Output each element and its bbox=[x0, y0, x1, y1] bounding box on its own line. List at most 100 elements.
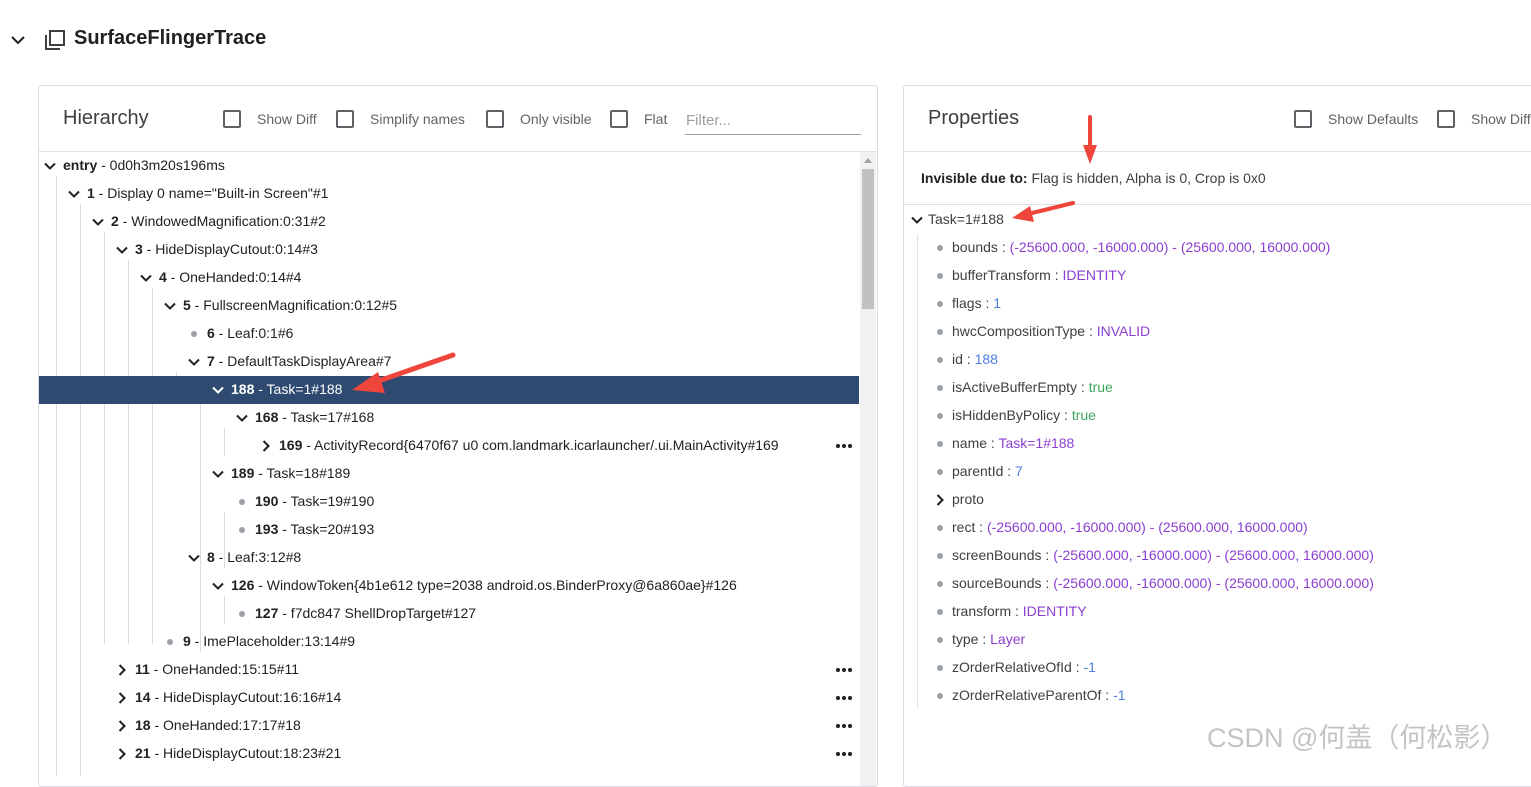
show-diff-checkbox[interactable] bbox=[223, 110, 241, 128]
property-label: parentId : 7 bbox=[952, 463, 1023, 479]
flat-option[interactable]: Flat bbox=[610, 108, 667, 130]
tree-node-id: 2 bbox=[111, 213, 119, 229]
chevron-right-icon[interactable] bbox=[115, 691, 129, 705]
property-key: id bbox=[952, 351, 963, 367]
more-options-icon[interactable] bbox=[835, 721, 853, 731]
chevron-right-icon[interactable] bbox=[933, 493, 947, 507]
property-row: name : Task=1#188 bbox=[904, 430, 1531, 458]
leaf-dot-icon bbox=[239, 611, 245, 617]
tree-node[interactable]: 5 - FullscreenMagnification:0:12#5 bbox=[39, 292, 859, 320]
tree-node-id: 8 bbox=[207, 549, 215, 565]
chevron-down-icon[interactable] bbox=[139, 271, 153, 285]
scroll-up-arrow[interactable] bbox=[864, 158, 872, 163]
tree-node[interactable]: 168 - Task=17#168 bbox=[39, 404, 859, 432]
flat-checkbox[interactable] bbox=[610, 110, 628, 128]
tree-node[interactable]: 193 - Task=20#193 bbox=[39, 516, 859, 544]
filter-field[interactable] bbox=[685, 108, 861, 135]
tree-node[interactable]: 14 - HideDisplayCutout:16:16#14 bbox=[39, 684, 859, 712]
tree-node-name: - ActivityRecord{6470f67 u0 com.landmark… bbox=[302, 437, 779, 453]
property-row: screenBounds : (-25600.000, -16000.000) … bbox=[904, 542, 1531, 570]
show-diff-option[interactable]: Show Diff bbox=[223, 108, 317, 130]
property-dot-icon bbox=[937, 609, 943, 615]
tree-node[interactable]: 3 - HideDisplayCutout:0:14#3 bbox=[39, 236, 859, 264]
property-dot-icon bbox=[937, 469, 943, 475]
tree-node-label: 4 - OneHanded:0:14#4 bbox=[159, 269, 301, 285]
tree-node[interactable]: 190 - Task=19#190 bbox=[39, 488, 859, 516]
chevron-down-icon[interactable] bbox=[187, 551, 201, 565]
tree-node[interactable]: entry - 0d0h3m20s196ms bbox=[39, 152, 859, 180]
tree-node-label: 169 - ActivityRecord{6470f67 u0 com.land… bbox=[279, 437, 779, 453]
chevron-down-icon[interactable] bbox=[115, 243, 129, 257]
chevron-down-icon[interactable] bbox=[163, 299, 177, 313]
tree-node[interactable]: 8 - Leaf:3:12#8 bbox=[39, 544, 859, 572]
filter-input[interactable] bbox=[685, 108, 856, 129]
tree-node[interactable]: 6 - Leaf:0:1#6 bbox=[39, 320, 859, 348]
tree-node[interactable]: 4 - OneHanded:0:14#4 bbox=[39, 264, 859, 292]
tree-node-label: 189 - Task=18#189 bbox=[231, 465, 350, 481]
property-label: sourceBounds : (-25600.000, -16000.000) … bbox=[952, 575, 1374, 591]
property-dot-icon bbox=[937, 665, 943, 671]
tree-node-id: 168 bbox=[255, 409, 279, 425]
simplify-names-option[interactable]: Simplify names bbox=[336, 108, 465, 130]
property-row[interactable]: proto bbox=[904, 486, 1531, 514]
invisible-label: Invisible due to: bbox=[921, 170, 1028, 186]
tree-node-label: 127 - f7dc847 ShellDropTarget#127 bbox=[255, 605, 476, 621]
property-label: flags : 1 bbox=[952, 295, 1002, 311]
property-value: 7 bbox=[1015, 463, 1023, 479]
property-dot-icon bbox=[937, 245, 943, 251]
tree-node-name: - Task=17#168 bbox=[278, 409, 375, 425]
chevron-down-icon[interactable] bbox=[43, 159, 57, 173]
show-defaults-option[interactable]: Show Defaults bbox=[1294, 108, 1418, 130]
tree-node-selected[interactable]: 188 - Task=1#188 bbox=[39, 376, 859, 404]
tree-node[interactable]: 2 - WindowedMagnification:0:31#2 bbox=[39, 208, 859, 236]
tree-node[interactable]: 18 - OneHanded:17:17#18 bbox=[39, 712, 859, 740]
tree-node-label: 14 - HideDisplayCutout:16:16#14 bbox=[135, 689, 341, 705]
tree-node[interactable]: 127 - f7dc847 ShellDropTarget#127 bbox=[39, 600, 859, 628]
tree-scrollbar[interactable] bbox=[860, 152, 876, 786]
more-options-icon[interactable] bbox=[835, 693, 853, 703]
chevron-right-icon[interactable] bbox=[259, 439, 273, 453]
tree-node[interactable]: 9 - ImePlaceholder:13:14#9 bbox=[39, 628, 859, 656]
prop-show-diff-option[interactable]: Show Diff bbox=[1437, 108, 1531, 130]
property-row: id : 188 bbox=[904, 346, 1531, 374]
tree-node[interactable]: 1 - Display 0 name="Built-in Screen"#1 bbox=[39, 180, 859, 208]
only-visible-option[interactable]: Only visible bbox=[486, 108, 592, 130]
chevron-down-icon[interactable] bbox=[211, 383, 225, 397]
chevron-down-icon[interactable] bbox=[8, 30, 28, 50]
chevron-down-icon[interactable] bbox=[187, 355, 201, 369]
chevron-down-icon[interactable] bbox=[211, 467, 225, 481]
tree-node[interactable]: 126 - WindowToken{4b1e612 type=2038 andr… bbox=[39, 572, 859, 600]
tree-node[interactable]: 21 - HideDisplayCutout:18:23#21 bbox=[39, 740, 859, 768]
property-label: rect : (-25600.000, -16000.000) - (25600… bbox=[952, 519, 1308, 535]
chevron-down-icon[interactable] bbox=[67, 187, 81, 201]
more-options-icon[interactable] bbox=[835, 665, 853, 675]
chevron-right-icon[interactable] bbox=[115, 719, 129, 733]
chevron-down-icon[interactable] bbox=[91, 215, 105, 229]
property-dot-icon bbox=[937, 385, 943, 391]
property-dot-icon bbox=[937, 441, 943, 447]
tree-node[interactable]: 7 - DefaultTaskDisplayArea#7 bbox=[39, 348, 859, 376]
more-options-icon[interactable] bbox=[835, 749, 853, 759]
property-row: zOrderRelativeOfId : -1 bbox=[904, 654, 1531, 682]
tree-node[interactable]: 169 - ActivityRecord{6470f67 u0 com.land… bbox=[39, 432, 859, 460]
chevron-down-icon[interactable] bbox=[211, 579, 225, 593]
tree-node[interactable]: 11 - OneHanded:15:15#11 bbox=[39, 656, 859, 684]
show-defaults-checkbox[interactable] bbox=[1294, 110, 1312, 128]
tree-node-name: - ImePlaceholder:13:14#9 bbox=[190, 633, 356, 649]
only-visible-checkbox[interactable] bbox=[486, 110, 504, 128]
property-value: INVALID bbox=[1096, 323, 1151, 339]
more-options-icon[interactable] bbox=[835, 441, 853, 451]
copy-layers-icon bbox=[45, 30, 65, 50]
flat-label: Flat bbox=[644, 111, 668, 127]
scroll-thumb[interactable] bbox=[862, 169, 874, 309]
prop-show-diff-checkbox[interactable] bbox=[1437, 110, 1455, 128]
property-value: (-25600.000, -16000.000) - (25600.000, 1… bbox=[1053, 547, 1374, 563]
chevron-down-icon[interactable] bbox=[235, 411, 249, 425]
tree-node-name: - Leaf:0:1#6 bbox=[214, 325, 294, 341]
tree-node[interactable]: 189 - Task=18#189 bbox=[39, 460, 859, 488]
chevron-down-icon[interactable] bbox=[910, 213, 924, 227]
properties-root-node[interactable]: Task=1#188 bbox=[904, 206, 1531, 234]
hierarchy-panel: Hierarchy Show Diff Simplify names Only … bbox=[38, 85, 878, 787]
chevron-right-icon[interactable] bbox=[115, 663, 129, 677]
simplify-names-checkbox[interactable] bbox=[336, 110, 354, 128]
